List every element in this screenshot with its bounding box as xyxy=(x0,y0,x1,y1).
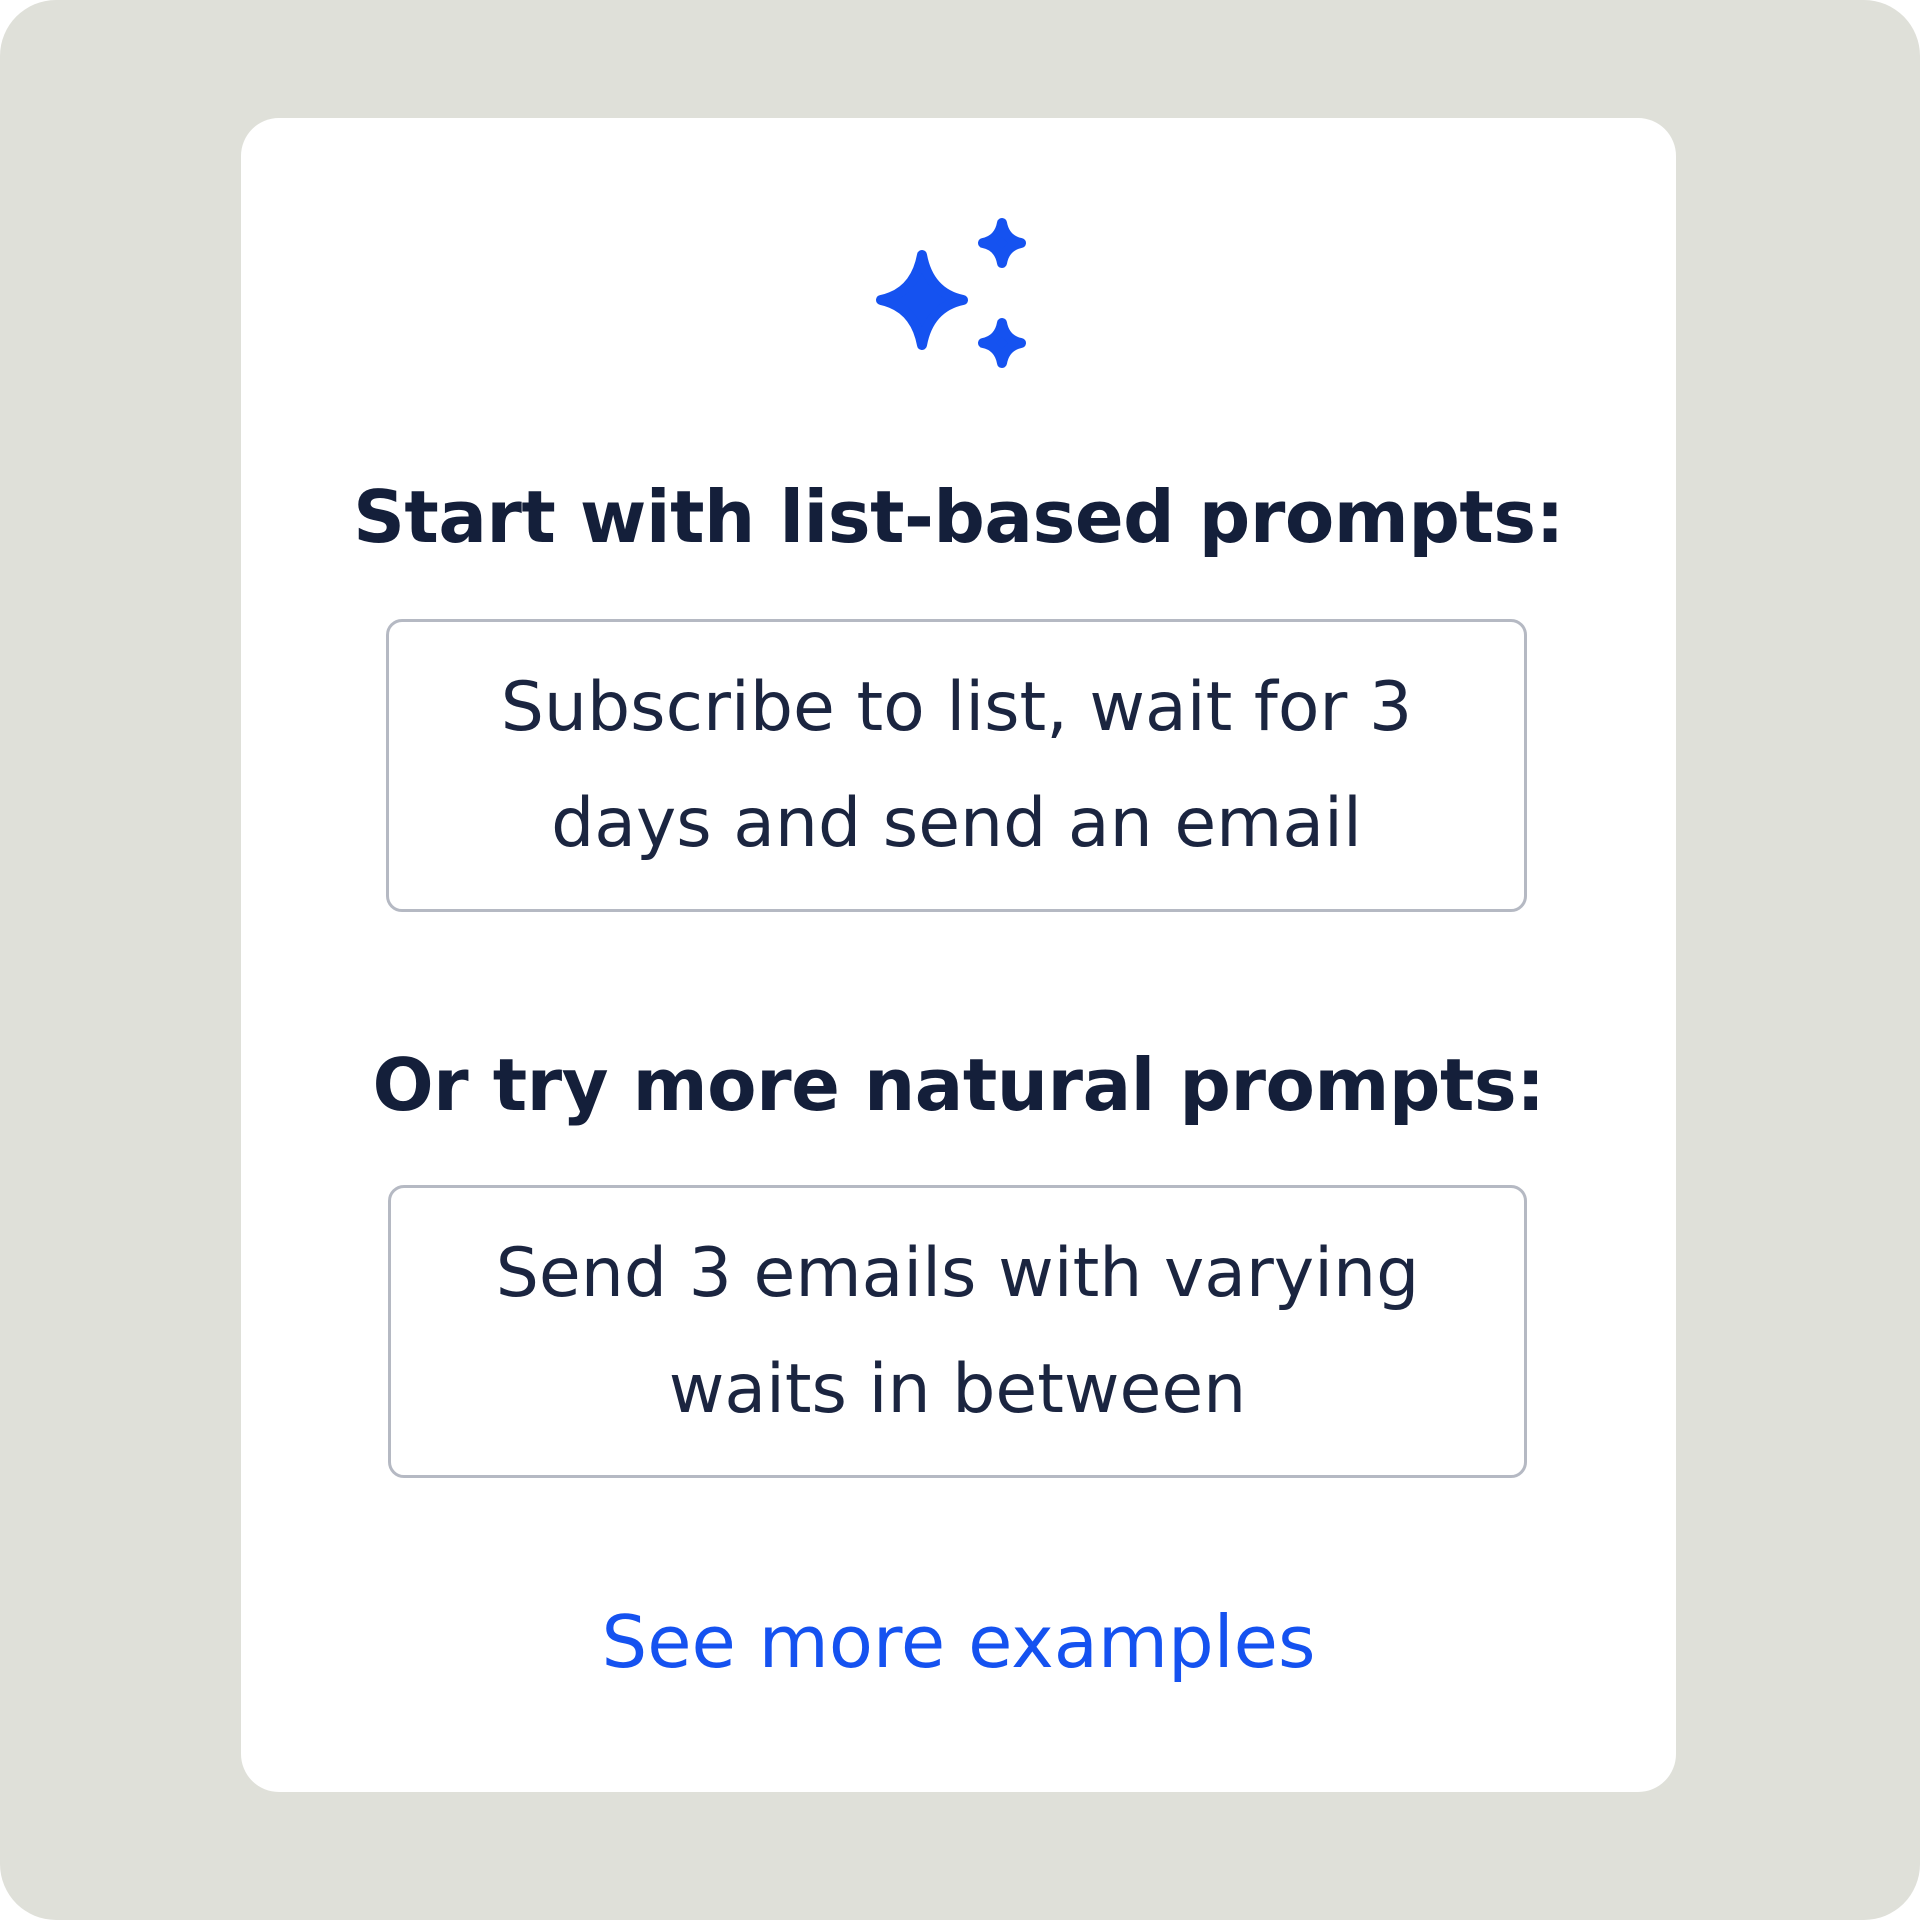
list-prompts-heading: Start with list-based prompts: xyxy=(353,475,1564,559)
list-prompt-example-text: Subscribe to list, wait for 3 days and s… xyxy=(500,667,1413,863)
natural-prompts-heading: Or try more natural prompts: xyxy=(372,1043,1545,1127)
sparkles-icon xyxy=(876,218,1026,368)
see-more-examples-link[interactable]: See more examples xyxy=(241,1592,1676,1692)
list-prompt-example-button[interactable]: Subscribe to list, wait for 3 days and s… xyxy=(386,619,1527,912)
natural-prompt-example-button[interactable]: Send 3 emails with varying waits in betw… xyxy=(388,1185,1527,1478)
natural-prompt-example-text: Send 3 emails with varying waits in betw… xyxy=(495,1233,1420,1429)
